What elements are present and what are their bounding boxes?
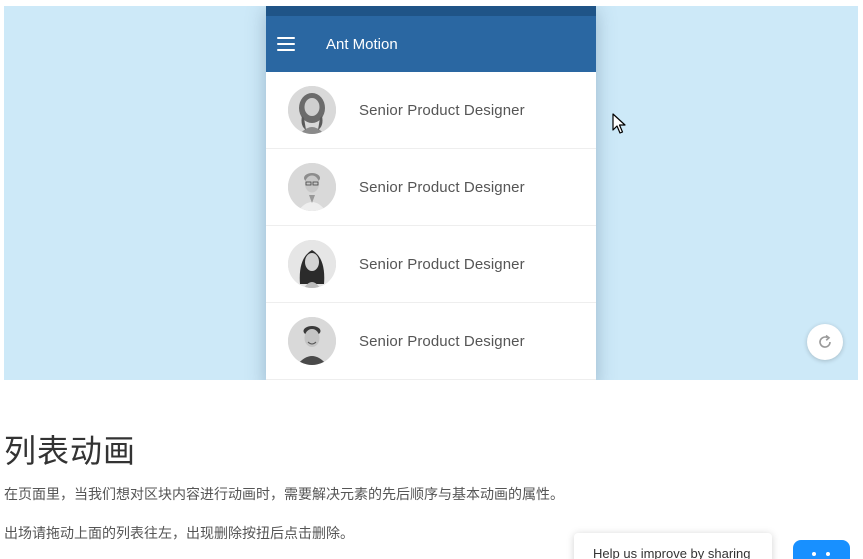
avatar <box>288 86 336 134</box>
list-item-title: Senior Product Designer <box>359 101 525 119</box>
list-item-title: Senior Product Designer <box>359 332 525 350</box>
phone-statusbar <box>266 6 596 16</box>
list-item-title: Senior Product Designer <box>359 255 525 273</box>
list-item[interactable]: Senior Product Designer <box>266 303 596 380</box>
instruction-paragraph: 出场请拖动上面的列表往左，出现删除按扭后点击删除。 <box>4 526 354 542</box>
app-title: Ant Motion <box>326 35 398 53</box>
page-title: 列表动画 <box>4 432 137 470</box>
app-header: Ant Motion <box>266 16 596 72</box>
man-smiling-avatar-icon <box>288 317 336 365</box>
mouse-cursor-icon <box>612 113 626 134</box>
designer-list: Senior Product Designer Senior Product D… <box>266 72 596 380</box>
avatar <box>288 163 336 211</box>
list-item[interactable]: Senior Product Designer <box>266 149 596 226</box>
woman-long-dark-hair-avatar-icon <box>288 240 336 288</box>
list-item-title: Senior Product Designer <box>359 178 525 196</box>
list-item[interactable]: Senior Product Designer <box>266 72 596 149</box>
feedback-chat-button[interactable] <box>793 540 850 559</box>
description-paragraph: 在页面里，当我们想对区块内容进行动画时，需要解决元素的先后顺序与基本动画的属性。 <box>4 487 564 503</box>
demo-preview-area: Ant Motion Senior Product Designer Senio… <box>4 6 858 380</box>
avatar <box>288 240 336 288</box>
list-item[interactable]: Senior Product Designer <box>266 226 596 303</box>
man-glasses-avatar-icon <box>288 163 336 211</box>
chat-eye-icon <box>812 552 816 556</box>
feedback-label: Help us improve by sharing <box>593 546 751 559</box>
woman-curly-hair-avatar-icon <box>288 86 336 134</box>
feedback-prompt[interactable]: Help us improve by sharing <box>574 533 772 559</box>
refresh-icon <box>819 334 831 348</box>
phone-mockup: Ant Motion Senior Product Designer Senio… <box>266 6 596 380</box>
avatar <box>288 317 336 365</box>
menu-icon[interactable] <box>277 37 295 51</box>
chat-eye-icon <box>826 552 830 556</box>
replay-button[interactable] <box>807 324 843 360</box>
